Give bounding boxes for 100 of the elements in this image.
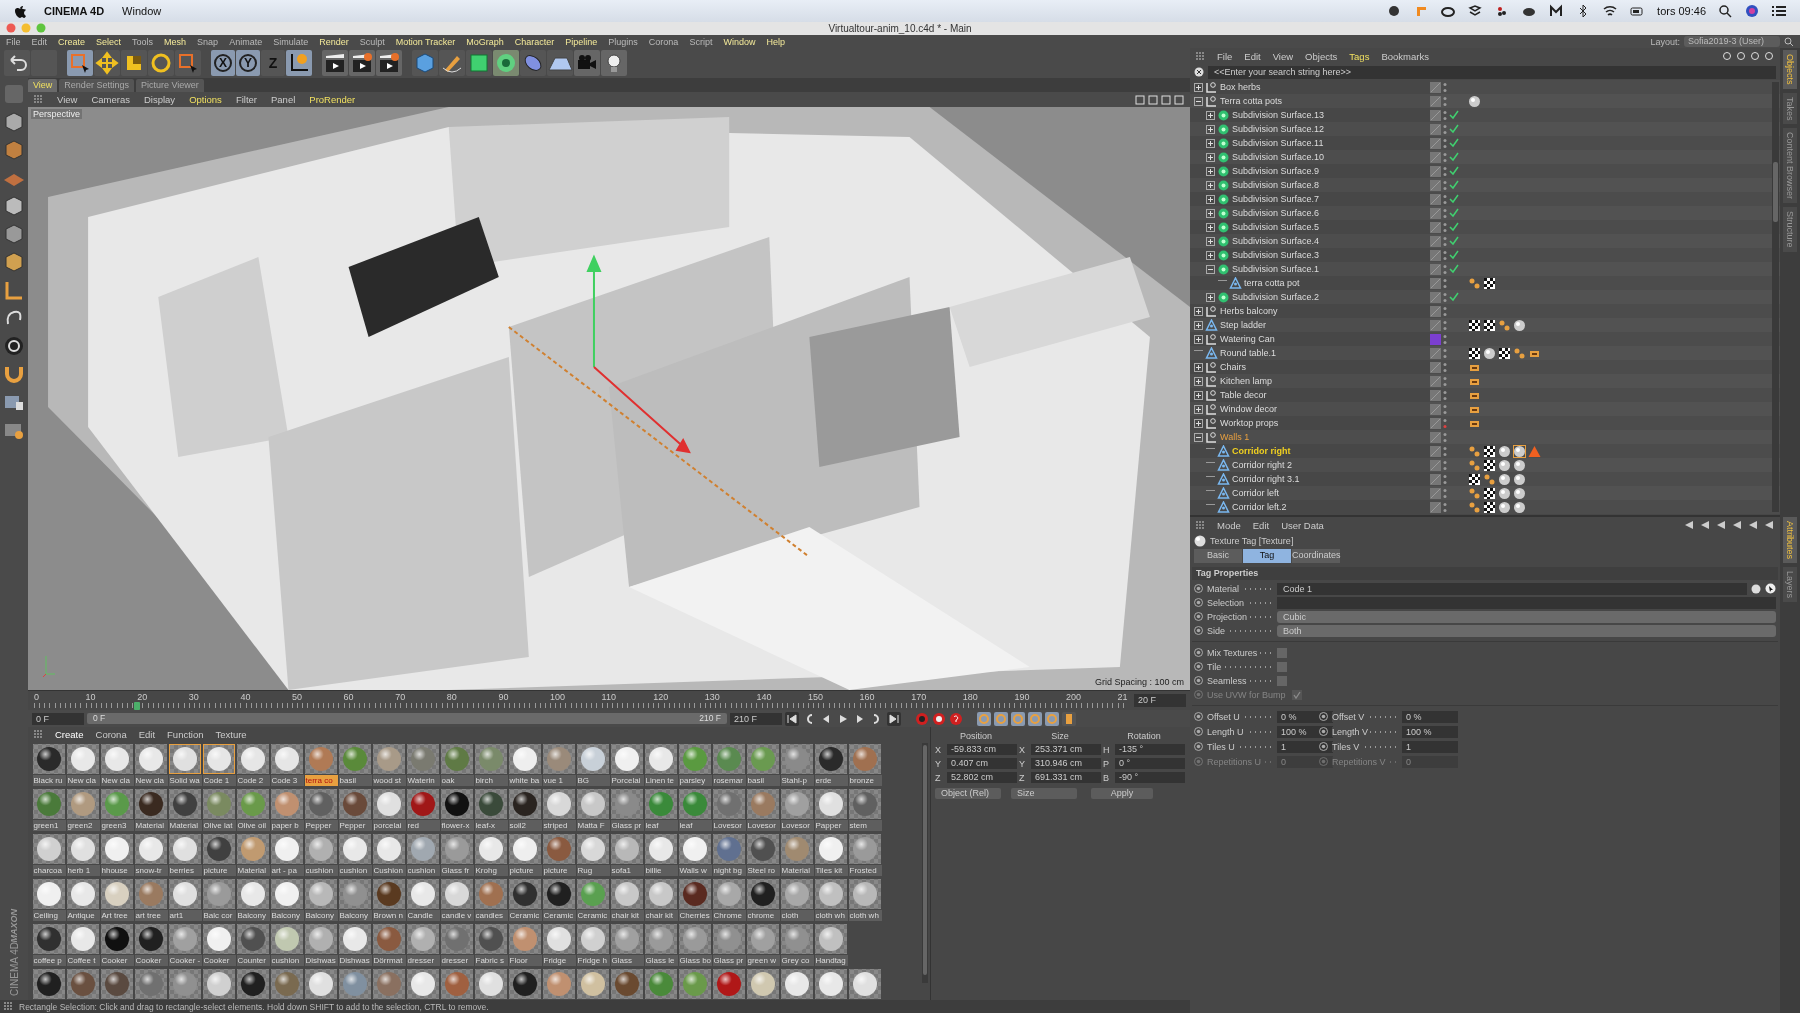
menu-item[interactable]: Create — [58, 36, 86, 47]
start-frame-field[interactable]: 0 F — [32, 712, 84, 725]
menu-item[interactable]: Filter — [235, 94, 257, 105]
coordinate-field[interactable]: 691.331 cm — [1031, 772, 1101, 783]
menu-item[interactable]: View — [1272, 50, 1294, 62]
menu-item[interactable]: Texture — [215, 728, 247, 740]
coordinate-field[interactable]: -135 ° — [1115, 744, 1185, 755]
object-name[interactable]: Window decor — [1220, 404, 1278, 414]
material-name: Olive oil — [236, 820, 270, 831]
menu-item[interactable]: Simulate — [273, 36, 309, 47]
menu-item[interactable]: Objects — [1305, 50, 1338, 62]
material-name: Balc cor — [202, 910, 236, 921]
input-field[interactable]: Code 1 — [1277, 582, 1747, 595]
menu-item[interactable]: Edit — [138, 728, 156, 740]
object-name[interactable]: Walls 1 — [1220, 432, 1250, 442]
menu-item[interactable]: Options — [189, 94, 222, 105]
layout-dropdown[interactable]: Sofia2019-3 (User) — [1683, 36, 1780, 47]
number-field[interactable]: 0 % — [1277, 710, 1333, 723]
apply-button[interactable]: Apply — [1091, 788, 1153, 799]
coordinate-field[interactable]: 0 ° — [1115, 758, 1185, 769]
menu-item[interactable]: Edit — [31, 36, 48, 47]
menu-item[interactable]: Sculpt — [359, 36, 385, 47]
menu-item[interactable]: User Data — [1281, 519, 1324, 531]
coordinate-field[interactable]: 0.407 cm — [947, 758, 1017, 769]
attribute-tab[interactable]: Basic — [1194, 549, 1242, 563]
menu-item[interactable]: Create — [55, 728, 84, 740]
app-name[interactable]: CINEMA 4D — [44, 5, 105, 17]
object-name[interactable]: Worktop props — [1220, 418, 1279, 428]
number-field[interactable]: 0 % — [1402, 710, 1458, 723]
menu-item[interactable]: Bookmarks — [1381, 50, 1429, 62]
object-name[interactable]: Box herbs — [1220, 82, 1261, 92]
axis-button[interactable]: X — [211, 50, 235, 76]
coordinate-field[interactable]: -90 ° — [1115, 772, 1185, 783]
dropdown[interactable]: Both — [1277, 624, 1776, 637]
number-field[interactable]: 1 — [1402, 740, 1458, 753]
current-frame-field[interactable]: 20 F — [1134, 694, 1186, 707]
end-frame-field[interactable]: 210 F — [730, 712, 782, 725]
menu-item[interactable]: Corona — [95, 728, 127, 740]
menu-item[interactable]: MoGraph — [466, 36, 504, 47]
menu-item[interactable]: File — [6, 36, 21, 47]
attribute-tab[interactable]: Tag — [1243, 549, 1291, 563]
attribute-tab[interactable]: Coordinates — [1292, 549, 1340, 563]
object-name[interactable]: Corridor left.2 — [1232, 502, 1287, 512]
menu-item[interactable]: Select — [96, 36, 122, 47]
menu-item[interactable]: Window — [723, 36, 756, 47]
menu-item[interactable]: Script — [689, 36, 713, 47]
object-name[interactable]: Table decor — [1220, 390, 1267, 400]
object-name[interactable]: Chairs — [1220, 362, 1246, 372]
menu-item[interactable]: Render — [319, 36, 349, 47]
number-field[interactable]: 100 % — [1277, 725, 1333, 738]
mode-dropdown[interactable]: Object (Rel) — [935, 788, 1001, 799]
dropdown[interactable]: Cubic — [1277, 610, 1776, 623]
menu-item[interactable]: Edit — [1252, 519, 1270, 531]
coordinate-field[interactable]: -59.833 cm — [947, 744, 1017, 755]
menu-item[interactable]: Pipeline — [565, 36, 598, 47]
coordinate-field[interactable]: 253.371 cm — [1031, 744, 1101, 755]
menu-item[interactable]: Motion Tracker — [395, 36, 456, 47]
search-field[interactable]: <<Enter your search string here>> — [1208, 65, 1776, 79]
view-tab[interactable]: View — [28, 79, 58, 92]
menu-item[interactable]: Mesh — [164, 36, 187, 47]
material-name: night bg — [712, 865, 746, 876]
object-name[interactable]: Herbs balcony — [1220, 306, 1278, 316]
menu-item[interactable]: Display — [143, 94, 176, 105]
menu-item[interactable]: Tags — [1349, 50, 1370, 62]
axis-button[interactable]: Y — [236, 50, 260, 76]
menu-item[interactable]: Tools — [132, 36, 154, 47]
menu-item[interactable]: Corona — [648, 36, 679, 47]
frame-tick: 120 — [653, 692, 669, 702]
menu-item[interactable]: Cameras — [91, 94, 130, 105]
coordinate-field[interactable]: 310.946 cm — [1031, 758, 1101, 769]
object-name[interactable]: Step ladder — [1220, 320, 1267, 330]
menu-item[interactable]: Animate — [229, 36, 263, 47]
menu-item[interactable]: Function — [167, 728, 204, 740]
size-dropdown[interactable]: Size — [1011, 788, 1077, 799]
number-field[interactable]: 100 % — [1402, 725, 1458, 738]
object-name[interactable]: Round table.1 — [1220, 348, 1277, 358]
menu-item[interactable]: Window — [122, 5, 162, 17]
menu-item[interactable]: File — [1217, 50, 1233, 62]
material-name: green w — [746, 955, 780, 966]
menu-item[interactable]: ProRender — [309, 94, 356, 105]
menu-item[interactable]: Snap — [197, 36, 219, 47]
object-name[interactable]: Corridor left — [1232, 488, 1279, 498]
coordinate-field[interactable]: 52.802 cm — [947, 772, 1017, 783]
menu-item[interactable]: Help — [766, 36, 785, 47]
object-name[interactable]: Terra cotta pots — [1220, 96, 1283, 106]
panel-tab[interactable]: Attributes — [1783, 517, 1797, 564]
menu-item[interactable]: Character — [514, 36, 555, 47]
menu-item[interactable]: Panel — [271, 94, 296, 105]
number-field[interactable]: 1 — [1277, 740, 1333, 753]
object-name[interactable]: Corridor right 2 — [1232, 460, 1293, 470]
menu-item[interactable]: Mode — [1217, 519, 1241, 531]
object-name[interactable]: terra cotta pot — [1244, 278, 1300, 288]
panel-tab[interactable]: Objects — [1783, 50, 1797, 89]
object-name[interactable]: Watering Can — [1220, 334, 1275, 344]
menu-item[interactable]: View — [57, 94, 78, 105]
menu-item[interactable]: Plugins — [608, 36, 638, 47]
menu-item[interactable]: Edit — [1244, 50, 1261, 62]
object-name[interactable]: Kitchen lamp — [1220, 376, 1273, 386]
section-header: Tag Properties — [1192, 567, 1778, 580]
object-name[interactable]: Corridor right — [1232, 446, 1291, 456]
